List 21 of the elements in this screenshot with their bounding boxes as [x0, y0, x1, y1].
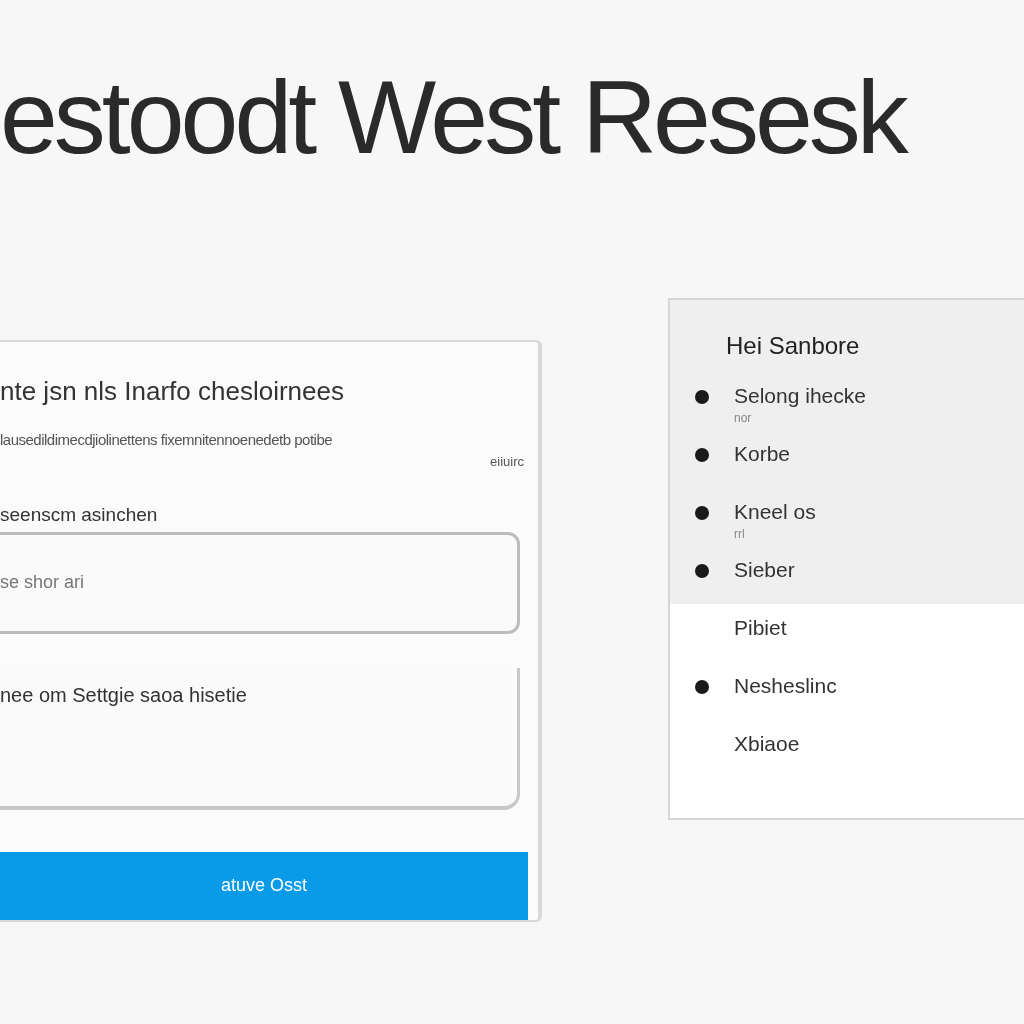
list-item-label: Pibiet: [734, 615, 787, 641]
list-row[interactable]: Sieber: [670, 546, 1024, 604]
field-label: seenscm asinchen: [0, 503, 159, 527]
list-item-note: rrl: [734, 526, 746, 544]
list-row[interactable]: Korbe: [670, 430, 1024, 488]
list-row[interactable]: Selong ihecke nor: [670, 372, 1024, 430]
list-item-label: Nesheslinc: [734, 673, 837, 699]
list-item-label: Korbe: [734, 441, 791, 467]
list-item-label: Sieber: [734, 557, 795, 583]
form-description: eiiuirc: [490, 452, 524, 471]
list-item-note: nor: [734, 410, 753, 428]
list-item-label: Kneel os: [734, 499, 816, 525]
list-item-label: Selong ihecke: [734, 383, 866, 409]
form-description: lausedildimecdjiolinettens fixemnitennoenedetb potibe: [0, 430, 334, 450]
panel-title: Hei Sanbore: [670, 300, 1024, 372]
list-item-label: Xbiaoe: [734, 731, 800, 757]
input-field[interactable]: se shor ari: [0, 531, 520, 634]
list-row[interactable]: Kneel os rrl: [670, 488, 1024, 546]
textarea-field[interactable]: nee om Settgie saoa hisetie: [0, 667, 520, 810]
page-heading: estoodt West Resesk: [0, 60, 905, 175]
form-title: nte jsn nls Inarfo chesloirnees: [0, 375, 345, 408]
